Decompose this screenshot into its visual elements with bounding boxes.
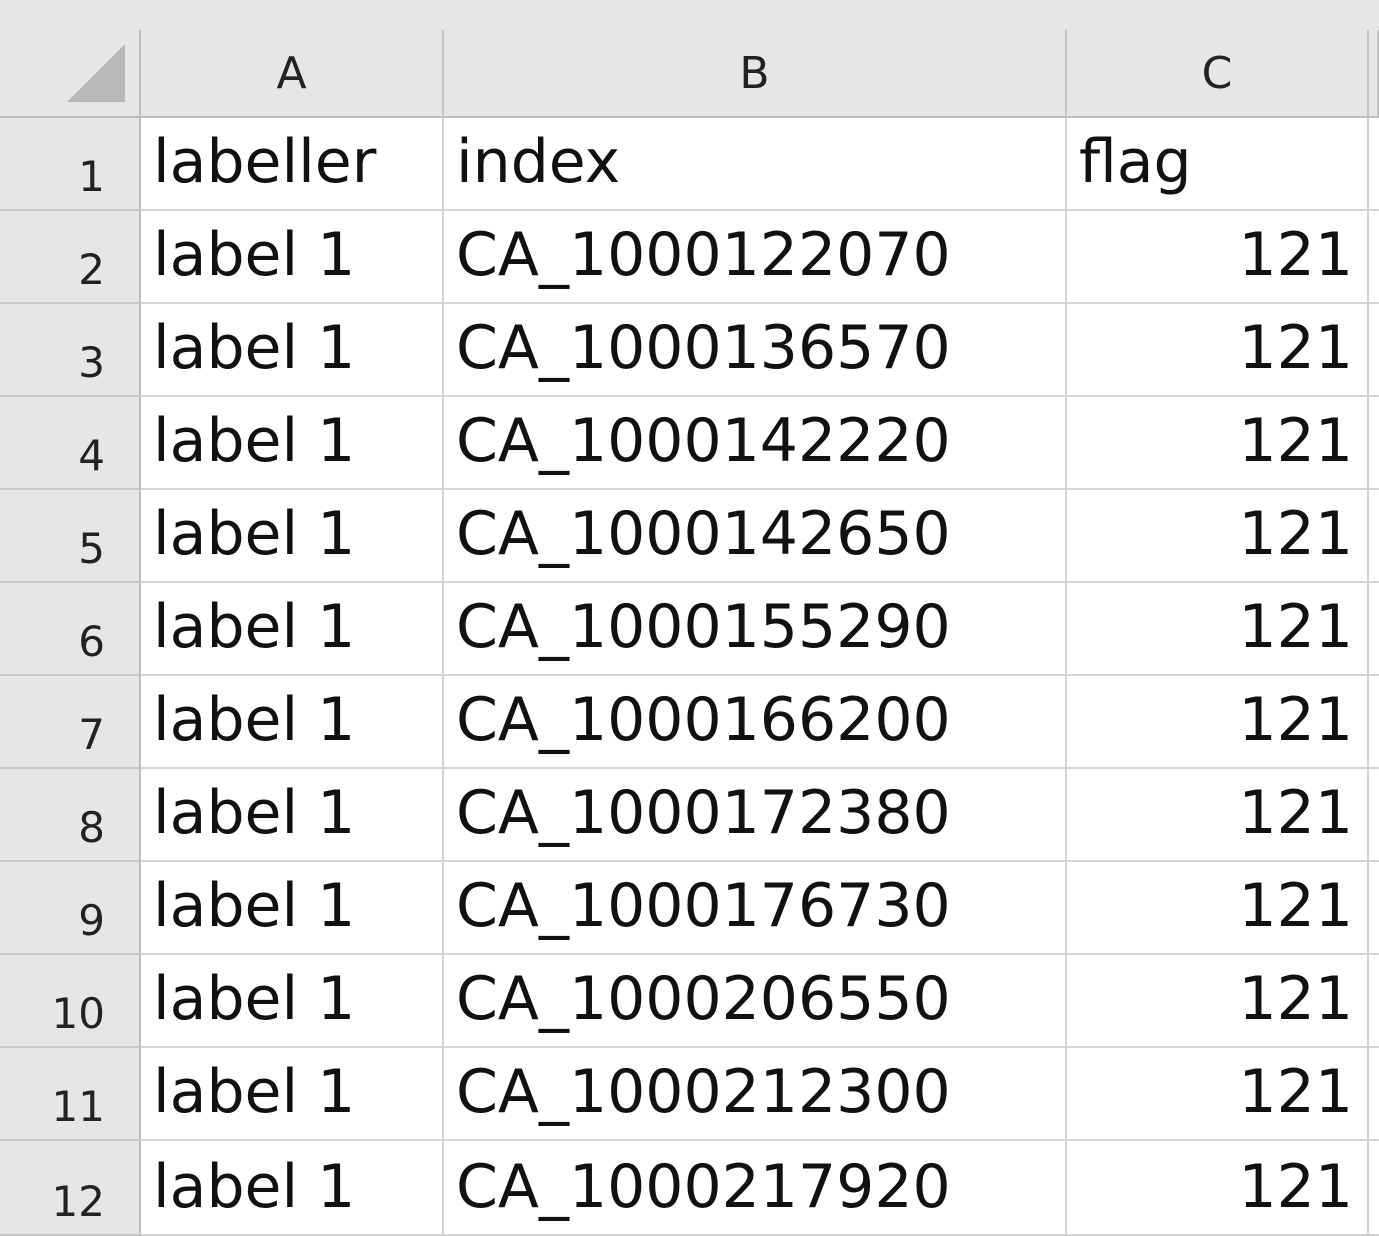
cell-d10[interactable] — [1369, 955, 1379, 1048]
row-header-12[interactable]: 12 — [0, 1141, 141, 1236]
cell-c5[interactable]: 121 — [1067, 490, 1369, 583]
ribbon-edge — [0, 0, 1379, 30]
select-all-triangle-icon — [67, 44, 125, 102]
cell-a3[interactable]: label 1 — [141, 304, 444, 397]
cell-d5[interactable] — [1369, 490, 1379, 583]
cell-d9[interactable] — [1369, 862, 1379, 955]
cell-a2[interactable]: label 1 — [141, 211, 444, 304]
cell-c8[interactable]: 121 — [1067, 769, 1369, 862]
cell-d3[interactable] — [1369, 304, 1379, 397]
cell-b3[interactable]: CA_1000136570 — [444, 304, 1067, 397]
cell-a7[interactable]: label 1 — [141, 676, 444, 769]
cell-c6[interactable]: 121 — [1067, 583, 1369, 676]
cell-a12[interactable]: label 1 — [141, 1141, 444, 1236]
column-header-c[interactable]: C — [1067, 30, 1369, 118]
row-header-1[interactable]: 1 — [0, 118, 141, 211]
cell-d11[interactable] — [1369, 1048, 1379, 1141]
row-header-8[interactable]: 8 — [0, 769, 141, 862]
cell-a4[interactable]: label 1 — [141, 397, 444, 490]
cell-b5[interactable]: CA_1000142650 — [444, 490, 1067, 583]
row-header-4[interactable]: 4 — [0, 397, 141, 490]
row-header-11[interactable]: 11 — [0, 1048, 141, 1141]
cell-b11[interactable]: CA_1000212300 — [444, 1048, 1067, 1141]
cell-d2[interactable] — [1369, 211, 1379, 304]
cell-d12[interactable] — [1369, 1141, 1379, 1236]
cell-c2[interactable]: 121 — [1067, 211, 1369, 304]
row-header-7[interactable]: 7 — [0, 676, 141, 769]
row-header-10[interactable]: 10 — [0, 955, 141, 1048]
column-header-b[interactable]: B — [444, 30, 1067, 118]
cell-c10[interactable]: 121 — [1067, 955, 1369, 1048]
cell-d4[interactable] — [1369, 397, 1379, 490]
cell-b8[interactable]: CA_1000172380 — [444, 769, 1067, 862]
cell-a9[interactable]: label 1 — [141, 862, 444, 955]
spreadsheet: A B C 1 labeller index flag 2 label 1 CA… — [0, 0, 1379, 1236]
cell-b12[interactable]: CA_1000217920 — [444, 1141, 1067, 1236]
cell-a8[interactable]: label 1 — [141, 769, 444, 862]
cell-c11[interactable]: 121 — [1067, 1048, 1369, 1141]
cell-c7[interactable]: 121 — [1067, 676, 1369, 769]
cell-d8[interactable] — [1369, 769, 1379, 862]
cell-a11[interactable]: label 1 — [141, 1048, 444, 1141]
cell-c3[interactable]: 121 — [1067, 304, 1369, 397]
cell-d1[interactable] — [1369, 118, 1379, 211]
row-header-5[interactable]: 5 — [0, 490, 141, 583]
cell-d6[interactable] — [1369, 583, 1379, 676]
cell-a5[interactable]: label 1 — [141, 490, 444, 583]
cell-c9[interactable]: 121 — [1067, 862, 1369, 955]
cell-b4[interactable]: CA_1000142220 — [444, 397, 1067, 490]
cell-b2[interactable]: CA_1000122070 — [444, 211, 1067, 304]
cell-b1[interactable]: index — [444, 118, 1067, 211]
row-header-3[interactable]: 3 — [0, 304, 141, 397]
cell-a6[interactable]: label 1 — [141, 583, 444, 676]
cell-b9[interactable]: CA_1000176730 — [444, 862, 1067, 955]
cell-b6[interactable]: CA_1000155290 — [444, 583, 1067, 676]
cell-a10[interactable]: label 1 — [141, 955, 444, 1048]
cell-c1[interactable]: flag — [1067, 118, 1369, 211]
cell-c4[interactable]: 121 — [1067, 397, 1369, 490]
cell-b10[interactable]: CA_1000206550 — [444, 955, 1067, 1048]
column-header-a[interactable]: A — [141, 30, 444, 118]
cell-b7[interactable]: CA_1000166200 — [444, 676, 1067, 769]
column-header-d[interactable] — [1369, 30, 1379, 118]
select-all-button[interactable] — [0, 30, 141, 118]
row-header-2[interactable]: 2 — [0, 211, 141, 304]
cell-d7[interactable] — [1369, 676, 1379, 769]
cell-c12[interactable]: 121 — [1067, 1141, 1369, 1236]
cell-a1[interactable]: labeller — [141, 118, 444, 211]
row-header-9[interactable]: 9 — [0, 862, 141, 955]
row-header-6[interactable]: 6 — [0, 583, 141, 676]
